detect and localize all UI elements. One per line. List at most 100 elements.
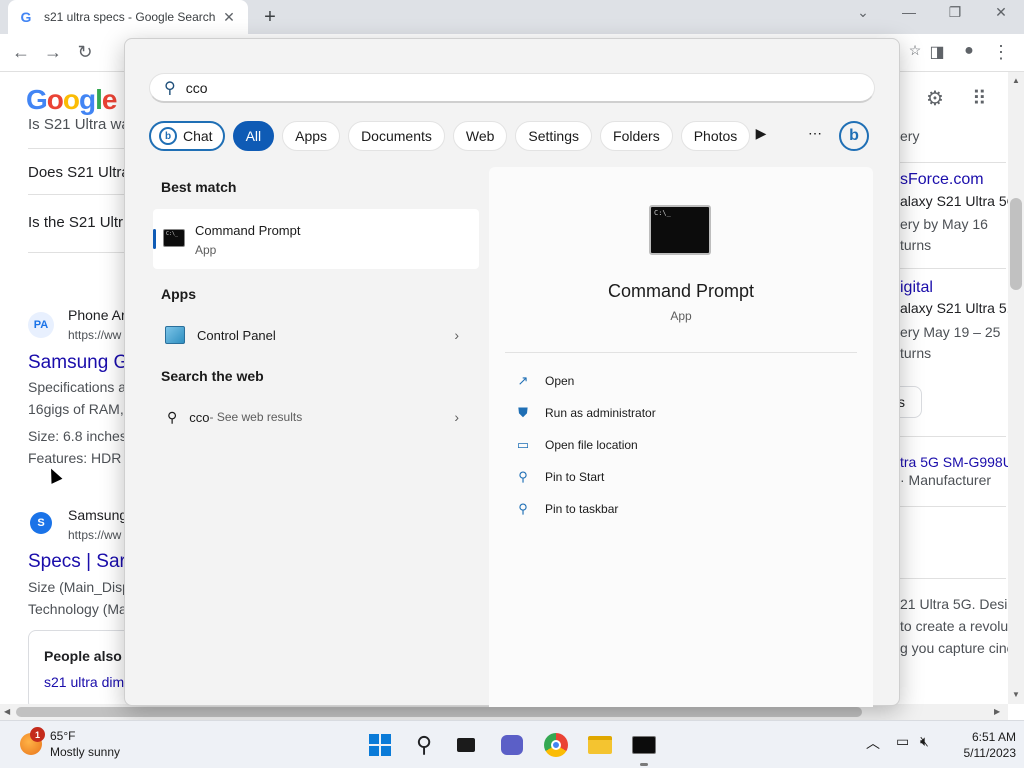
filter-apps[interactable]: Apps [282, 121, 341, 151]
filter-documents[interactable]: Documents [348, 121, 445, 151]
tab-title: s21 ultra specs - Google Search [44, 10, 216, 24]
scroll-left-icon[interactable]: ◀ [4, 707, 10, 716]
site-favicon-icon: PA [28, 312, 54, 338]
google-favicon-icon: G [20, 9, 32, 25]
bookmark-star-icon[interactable]: ☆ [904, 42, 926, 59]
web-result-item[interactable]: ⚲ cco - See web results › [153, 399, 479, 435]
result-2-url[interactable]: https://ww [68, 528, 121, 542]
volume-muted-icon[interactable]: 🔇︎ [920, 733, 929, 750]
horizontal-scroll-thumb[interactable] [16, 707, 862, 717]
scroll-right-icon[interactable]: ▶ [994, 707, 1000, 716]
question-1[interactable]: Does S21 Ultra [28, 164, 130, 181]
more-options-icon[interactable]: ⋯ [803, 125, 827, 142]
result-2-title[interactable]: Specs | Sar [28, 551, 126, 573]
snippet-top: Is S21 Ultra wa [28, 116, 130, 133]
right-link-2[interactable]: igital [900, 279, 933, 297]
shield-icon: ⛊ [518, 405, 528, 420]
preview-divider [505, 352, 857, 353]
filter-folders[interactable]: Folders [600, 121, 673, 151]
more-filters-play-icon[interactable]: ▶ [749, 125, 773, 142]
window-close-icon[interactable]: ✕ [986, 4, 1016, 21]
settings-gear-icon[interactable]: ⚙ [926, 86, 944, 111]
action-pin-to-taskbar[interactable]: ⚲ Pin to taskbar [513, 497, 618, 521]
people-also-link[interactable]: s21 ultra dim [44, 674, 124, 690]
filter-settings[interactable]: Settings [515, 121, 593, 151]
preview-type: App [670, 309, 692, 323]
right-text-11: to create a revolut [900, 618, 1008, 634]
right-text-12: g you capture cine [900, 640, 1008, 656]
action-pin-to-start[interactable]: ⚲ Pin to Start [513, 465, 604, 489]
weather-condition[interactable]: Mostly sunny [50, 745, 120, 759]
new-tab-icon[interactable]: + [258, 6, 282, 29]
best-match-heading: Best match [161, 179, 237, 195]
chrome-icon[interactable] [542, 731, 570, 759]
right-text-3: ery by May 16 [900, 216, 988, 232]
start-search-box[interactable]: ⚲ [149, 73, 875, 103]
start-search-panel: ⚲ b Chat All Apps Documents Web Settings… [124, 38, 900, 707]
network-icon[interactable]: ▭ [896, 733, 909, 750]
command-prompt-taskbar-icon[interactable] [630, 731, 658, 759]
profile-avatar-icon[interactable]: ● [958, 42, 980, 60]
best-match-name: Command Prompt [195, 223, 301, 238]
app-result-control-panel[interactable]: Control Panel › [153, 317, 479, 353]
start-button[interactable] [366, 731, 394, 759]
right-text-2: alaxy S21 Ultra 5G [900, 193, 1008, 209]
result-1-features: Features: HDR s [28, 450, 133, 466]
action-run-as-admin[interactable]: ⛊ Run as administrator [513, 401, 656, 425]
chevron-right-icon[interactable]: › [454, 409, 459, 425]
file-explorer-icon[interactable] [586, 731, 614, 759]
weather-temperature[interactable]: 65°F [50, 729, 75, 743]
filter-chat[interactable]: b Chat [149, 121, 225, 151]
action-open[interactable]: ↗ Open [513, 369, 575, 393]
apps-heading: Apps [161, 286, 196, 302]
best-match-item[interactable]: Command Prompt App [153, 209, 479, 269]
apps-grid-icon[interactable]: ⠿ [972, 86, 987, 111]
action-open-file-location[interactable]: ▭ Open file location [513, 433, 638, 457]
divider [900, 436, 1006, 437]
right-text-8[interactable]: tra 5G SM-G998U [900, 454, 1008, 470]
clock-time: 6:51 AM [971, 730, 1016, 744]
task-view-icon[interactable] [452, 731, 480, 759]
tab-search-icon[interactable]: ⌄ [848, 4, 878, 21]
taskbar-search-icon[interactable]: ⚲ [410, 731, 438, 759]
browser-tab[interactable]: G s21 ultra specs - Google Search ✕ [8, 0, 248, 34]
divider [900, 268, 1006, 269]
result-1-size: Size: 6.8 inches [28, 428, 127, 444]
question-2[interactable]: Is the S21 Ultr [28, 214, 123, 231]
search-input[interactable] [185, 79, 826, 96]
back-icon[interactable]: ← [10, 42, 32, 63]
chevron-right-icon[interactable]: › [454, 327, 459, 343]
divider [900, 506, 1006, 507]
notification-badge: 1 [30, 727, 45, 742]
pin-icon: ⚲ [518, 469, 528, 484]
vertical-scroll-thumb[interactable] [1010, 198, 1022, 290]
scroll-up-icon[interactable]: ▲ [1012, 76, 1020, 85]
result-1-url[interactable]: https://ww [68, 328, 121, 342]
pin-icon: ⚲ [518, 501, 528, 516]
windows-logo-icon [369, 734, 391, 756]
forward-icon[interactable]: → [42, 42, 64, 63]
system-clock[interactable]: 6:51 AM 5/11/2023 [950, 729, 1017, 761]
restore-icon[interactable]: ❐ [940, 4, 970, 21]
divider [900, 162, 1006, 163]
bing-icon[interactable]: b [839, 121, 869, 151]
google-logo[interactable]: Google [26, 84, 117, 116]
reload-icon[interactable]: ↻ [74, 42, 96, 63]
right-link-1[interactable]: sForce.com [900, 171, 984, 189]
browser-menu-icon[interactable]: ⋮ [990, 42, 1012, 63]
show-hidden-icons-icon[interactable]: ︿ [866, 733, 880, 753]
vertical-scrollbar[interactable] [1008, 72, 1024, 704]
tab-close-icon[interactable]: ✕ [220, 9, 238, 26]
scroll-down-icon[interactable]: ▼ [1012, 690, 1020, 699]
side-panel-icon[interactable]: ◨ [926, 42, 948, 62]
search-filter-bar: b Chat All Apps Documents Web Settings F… [149, 119, 758, 153]
control-panel-icon [165, 326, 185, 344]
filter-photos[interactable]: Photos [680, 121, 751, 151]
divider [28, 148, 126, 149]
teams-chat-icon[interactable] [498, 731, 526, 759]
filter-web[interactable]: Web [452, 121, 508, 151]
right-text-4: turns [900, 237, 932, 253]
result-1-title[interactable]: Samsung G [28, 352, 128, 374]
minimize-icon[interactable]: — [894, 4, 924, 20]
filter-all[interactable]: All [232, 121, 275, 151]
